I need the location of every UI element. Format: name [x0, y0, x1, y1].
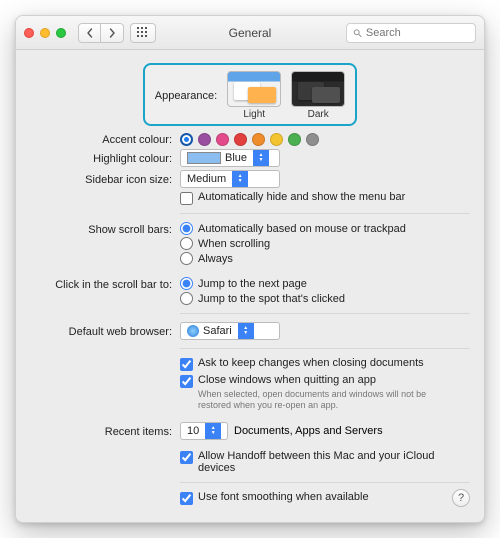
window-controls [24, 28, 66, 38]
click-scroll-group: Jump to the next page Jump to the spot th… [180, 277, 470, 305]
highlight-value: Blue [225, 152, 247, 164]
close-icon[interactable] [24, 28, 34, 38]
appearance-dark-option[interactable]: Dark [291, 71, 345, 120]
font-smoothing-label: Use font smoothing when available [198, 491, 369, 503]
appearance-highlight: Appearance: Light Dark [143, 63, 357, 126]
accent-swatch[interactable] [198, 133, 211, 146]
search-field[interactable] [346, 23, 476, 43]
highlight-chip-icon [187, 152, 221, 164]
appearance-dark-thumb [291, 71, 345, 107]
preferences-window: General Appearance: Light [15, 15, 485, 523]
content-area: Appearance: Light Dark Accent colour: [16, 50, 484, 522]
close-windows-label: Close windows when quitting an app [198, 374, 376, 386]
search-input[interactable] [366, 27, 469, 39]
appearance-light-option[interactable]: Light [227, 71, 281, 120]
scrollbars-label: Show scroll bars: [30, 222, 180, 236]
handoff-label: Allow Handoff between this Mac and your … [198, 450, 470, 474]
scrollbars-option[interactable]: Automatically based on mouse or trackpad [180, 222, 406, 235]
sidebar-icon-value: Medium [181, 173, 232, 185]
forward-button[interactable] [101, 24, 123, 42]
show-all-button[interactable] [130, 23, 156, 43]
recent-items-value: 10 [181, 425, 205, 437]
accent-swatch[interactable] [234, 133, 247, 146]
appearance-light-label: Light [227, 109, 281, 120]
highlight-select[interactable]: Blue [180, 149, 280, 167]
ask-changes-checkbox[interactable]: Ask to keep changes when closing documen… [180, 357, 424, 371]
divider [180, 348, 470, 349]
accent-swatch[interactable] [252, 133, 265, 146]
recent-items-suffix: Documents, Apps and Servers [234, 425, 383, 437]
accent-swatch[interactable] [216, 133, 229, 146]
titlebar: General [16, 16, 484, 50]
click-scroll-option[interactable]: Jump to the next page [180, 277, 307, 290]
click-scroll-option-label: Jump to the spot that's clicked [198, 293, 345, 305]
zoom-icon[interactable] [56, 28, 66, 38]
recent-items-select[interactable]: 10 [180, 422, 228, 440]
accent-swatches [180, 133, 319, 146]
autohide-menubar-label: Automatically hide and show the menu bar [198, 191, 405, 203]
handoff-checkbox[interactable]: Allow Handoff between this Mac and your … [180, 450, 470, 474]
sidebar-icon-label: Sidebar icon size: [30, 172, 180, 186]
minimize-icon[interactable] [40, 28, 50, 38]
click-scroll-option-label: Jump to the next page [198, 278, 307, 290]
chevron-updown-icon [205, 423, 221, 439]
scrollbars-group: Automatically based on mouse or trackpad… [180, 222, 470, 265]
chevron-updown-icon [253, 150, 269, 166]
default-browser-select[interactable]: Safari [180, 322, 280, 340]
accent-label: Accent colour: [30, 132, 180, 146]
nav-back-forward[interactable] [78, 23, 124, 43]
divider [180, 482, 470, 483]
chevron-updown-icon [238, 323, 254, 339]
divider [180, 313, 470, 314]
search-icon [353, 28, 362, 38]
default-browser-value: Safari [203, 325, 232, 337]
appearance-label: Appearance: [155, 90, 217, 102]
appearance-dark-label: Dark [291, 109, 345, 120]
close-windows-note: When selected, open documents and window… [198, 389, 458, 412]
autohide-menubar-checkbox[interactable]: Automatically hide and show the menu bar [180, 191, 405, 205]
accent-swatch[interactable] [288, 133, 301, 146]
appearance-light-thumb [227, 71, 281, 107]
font-smoothing-checkbox[interactable]: Use font smoothing when available [180, 491, 369, 505]
accent-swatch[interactable] [270, 133, 283, 146]
accent-swatch[interactable] [306, 133, 319, 146]
click-scroll-label: Click in the scroll bar to: [30, 277, 180, 291]
divider [180, 213, 470, 214]
accent-swatch[interactable] [180, 133, 193, 146]
scrollbars-option-label: Always [198, 253, 233, 265]
back-button[interactable] [79, 24, 101, 42]
scrollbars-option-label: When scrolling [198, 238, 270, 250]
click-scroll-option[interactable]: Jump to the spot that's clicked [180, 292, 345, 305]
default-browser-label: Default web browser: [30, 324, 180, 338]
highlight-label: Highlight colour: [30, 151, 180, 165]
close-windows-checkbox[interactable]: Close windows when quitting an app [180, 374, 376, 388]
ask-changes-label: Ask to keep changes when closing documen… [198, 357, 424, 369]
scrollbars-option[interactable]: Always [180, 252, 233, 265]
safari-icon [187, 325, 199, 337]
scrollbars-option[interactable]: When scrolling [180, 237, 270, 250]
scrollbars-option-label: Automatically based on mouse or trackpad [198, 223, 406, 235]
recent-items-label: Recent items: [30, 424, 180, 438]
help-button[interactable]: ? [452, 489, 470, 507]
chevron-updown-icon [232, 171, 248, 187]
sidebar-icon-select[interactable]: Medium [180, 170, 280, 188]
